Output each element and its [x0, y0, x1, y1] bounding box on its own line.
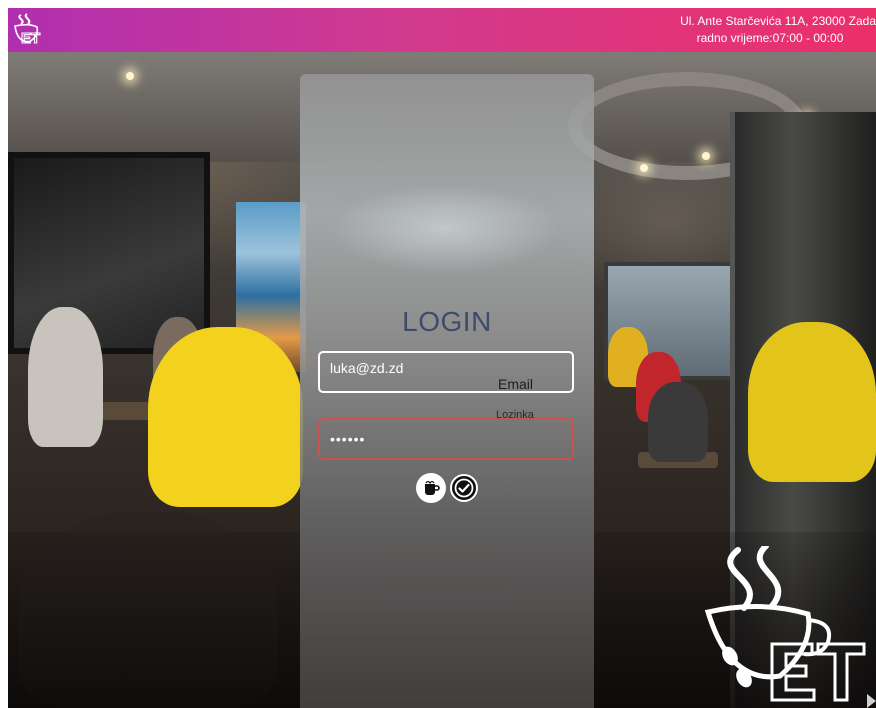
et-watermark-logo-icon	[704, 546, 866, 702]
et-logo-icon[interactable]: ET	[11, 12, 47, 48]
working-hours-text: radno vrijeme:07:00 - 00:00	[696, 31, 844, 45]
person	[28, 307, 103, 447]
ceiling-lamp	[640, 164, 648, 172]
logo-text: ET	[21, 30, 40, 47]
app-frame: ET Ul. Ante Starčevića 11A, 23000 Zadar …	[8, 8, 876, 708]
email-label: Email	[498, 376, 534, 392]
password-input[interactable]	[318, 418, 574, 460]
address-block: Ul. Ante Starčevića 11A, 23000 Zadar rad…	[620, 13, 876, 47]
login-panel: LOGIN Email Lozinka	[300, 74, 594, 708]
checkmark-circle-icon	[454, 478, 474, 498]
header-bar: ET Ul. Ante Starčevića 11A, 23000 Zadar …	[8, 8, 876, 52]
coffee-button[interactable]	[416, 473, 446, 503]
ceiling-lamp	[126, 72, 134, 80]
scroll-arrow-icon[interactable]	[867, 694, 876, 708]
confirm-button[interactable]	[450, 474, 478, 502]
person	[648, 382, 708, 462]
address-text: Ul. Ante Starčevića 11A, 23000 Zadar	[680, 14, 876, 28]
coffee-cup-icon	[420, 477, 442, 499]
person-yellow-hoodie-reflection	[748, 322, 876, 482]
email-input[interactable]	[318, 351, 574, 393]
person-yellow-hoodie	[148, 327, 303, 507]
login-title: LOGIN	[402, 306, 492, 337]
ceiling-lamp	[702, 152, 710, 160]
